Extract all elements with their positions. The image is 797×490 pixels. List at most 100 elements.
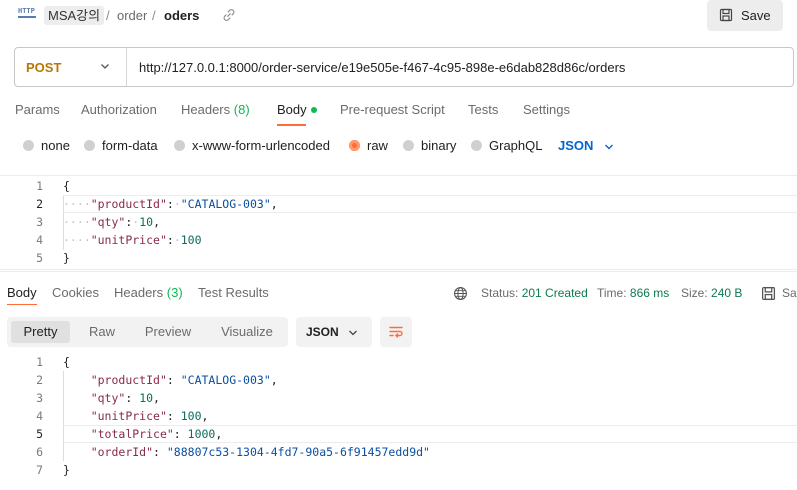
json-value: "88807c53-1304-4fd7-90a5-6f91457edd9d" — [166, 445, 430, 459]
request-name[interactable]: oders — [164, 8, 199, 23]
code-line: 1 { — [0, 177, 797, 195]
code-text: ····"unitPrice":·100 — [63, 233, 202, 247]
code-text: "productId": "CATALOG-003", — [90, 373, 278, 387]
radio-none[interactable]: none — [23, 138, 70, 156]
body-type-selector: none form-data x-www-form-urlencoded raw… — [0, 138, 797, 158]
json-punct: , — [153, 215, 160, 229]
http-request-icon: HTTP — [18, 7, 38, 25]
radio-raw[interactable]: raw — [349, 138, 388, 156]
response-tab-test-results[interactable]: Test Results — [198, 285, 269, 300]
size-label: Size: — [681, 286, 708, 300]
request-header: HTTP MSA강의 / order / oders Save — [0, 0, 797, 32]
line-number: 6 — [36, 445, 43, 459]
json-value: "CATALOG-003" — [180, 373, 271, 387]
view-preview[interactable]: Preview — [133, 321, 203, 343]
json-punct: , — [215, 427, 223, 441]
line-number: 2 — [36, 373, 43, 387]
url-input[interactable]: http://127.0.0.1:8000/order-service/e19e… — [139, 60, 625, 75]
globe-icon[interactable] — [453, 286, 468, 301]
code-line: 4 ····"unitPrice":·100 — [0, 231, 797, 249]
time-label: Time: — [597, 286, 627, 300]
tab-headers-count: (8) — [233, 102, 250, 117]
code-line: 4 "unitPrice": 100, — [0, 407, 797, 425]
chevron-down-icon — [349, 330, 357, 336]
tab-params[interactable]: Params — [15, 102, 60, 117]
code-text: } — [63, 463, 70, 477]
chevron-down-icon[interactable] — [99, 60, 111, 72]
line-number: 1 — [36, 355, 43, 369]
tab-body[interactable]: Body — [277, 102, 317, 117]
response-divider[interactable] — [0, 271, 797, 272]
json-key: "qty" — [90, 391, 126, 405]
breadcrumb-separator: / — [152, 8, 156, 23]
json-value: 10 — [139, 391, 154, 405]
json-key: "productId" — [90, 373, 167, 387]
code-line: 2 "productId": "CATALOG-003", — [0, 371, 797, 389]
code-line: 1 { — [0, 353, 797, 371]
response-tab-cookies[interactable]: Cookies — [52, 285, 99, 300]
code-text: "totalPrice": 1000, — [90, 427, 223, 441]
radio-dot — [174, 140, 185, 152]
line-number: 4 — [36, 409, 43, 423]
code-text: "unitPrice": 100, — [90, 409, 209, 423]
line-number: 3 — [36, 391, 43, 405]
tab-authorization[interactable]: Authorization — [81, 102, 157, 117]
save-response-icon[interactable] — [761, 286, 776, 301]
request-body-editor[interactable]: 1 { 2 ····"productId":·"CATALOG-003", 3 … — [0, 175, 797, 270]
response-body-viewer[interactable]: 1 { 2 "productId": "CATALOG-003", 3 "qty… — [0, 352, 797, 482]
line-number: 2 — [36, 197, 43, 211]
link-icon[interactable] — [222, 8, 236, 22]
code-line: 3 "qty": 10, — [0, 389, 797, 407]
tab-headers[interactable]: Headers (8) — [181, 102, 250, 117]
response-format-select[interactable]: JSON — [296, 317, 372, 347]
response-tab-body[interactable]: Body — [7, 285, 37, 300]
json-punct: , — [201, 409, 209, 423]
radio-label: none — [41, 138, 70, 153]
wrap-lines-button[interactable] — [380, 317, 412, 347]
view-pretty[interactable]: Pretty — [11, 321, 70, 343]
json-punct: , — [153, 391, 160, 405]
radio-x-www-form-urlencoded[interactable]: x-www-form-urlencoded — [174, 138, 330, 156]
code-text: "qty": 10, — [90, 391, 160, 405]
code-line-current: 5 "totalPrice": 1000, — [0, 425, 797, 443]
json-value: 1000 — [187, 427, 216, 441]
save-button-label: Save — [741, 8, 771, 23]
view-raw[interactable]: Raw — [77, 321, 127, 343]
radio-graphql[interactable]: GraphQL — [471, 138, 542, 156]
json-key: "unitPrice" — [90, 409, 167, 423]
code-text: { — [63, 179, 70, 193]
response-status[interactable]: Status: 201 Created — [481, 286, 588, 300]
response-size[interactable]: Size: 240 B — [681, 286, 742, 300]
response-tab-headers[interactable]: Headers (3) — [114, 285, 183, 300]
line-number: 5 — [36, 251, 43, 265]
code-text: "orderId": "88807c53-1304-4fd7-90a5-6f91… — [90, 445, 430, 459]
response-time[interactable]: Time: 866 ms — [597, 286, 669, 300]
active-tab-underline — [277, 124, 306, 126]
response-tab-headers-count: (3) — [166, 285, 183, 300]
method-select[interactable]: POST — [26, 60, 61, 75]
view-visualize[interactable]: Visualize — [210, 321, 284, 343]
json-key: "productId" — [90, 197, 167, 211]
response-view-mode: Pretty Raw Preview Visualize — [7, 317, 288, 347]
body-indicator-dot — [310, 106, 317, 113]
radio-form-data[interactable]: form-data — [84, 138, 158, 156]
save-response-label[interactable]: Sa — [782, 286, 797, 300]
breadcrumb-collection[interactable]: MSA강의 — [44, 6, 105, 25]
radio-dot — [471, 140, 482, 152]
radio-binary[interactable]: binary — [403, 138, 456, 156]
tab-tests[interactable]: Tests — [468, 102, 498, 117]
request-tabs: Params Authorization Headers (8) Body Pr… — [0, 102, 797, 126]
json-value: 10 — [139, 215, 154, 229]
tab-pre-request-script[interactable]: Pre-request Script — [340, 102, 445, 117]
json-punct: , — [270, 197, 278, 211]
breadcrumb-folder[interactable]: order — [117, 8, 147, 23]
json-key: "qty" — [90, 215, 126, 229]
save-button[interactable]: Save — [707, 0, 783, 31]
radio-dot-selected — [349, 140, 360, 152]
url-bar: POST http://127.0.0.1:8000/order-service… — [14, 47, 794, 87]
tab-settings[interactable]: Settings — [523, 102, 570, 117]
radio-label: binary — [421, 138, 457, 153]
body-language-select[interactable]: JSON — [558, 138, 593, 153]
code-line: 3 ····"qty":·10, — [0, 213, 797, 231]
chevron-down-icon[interactable] — [603, 141, 615, 153]
